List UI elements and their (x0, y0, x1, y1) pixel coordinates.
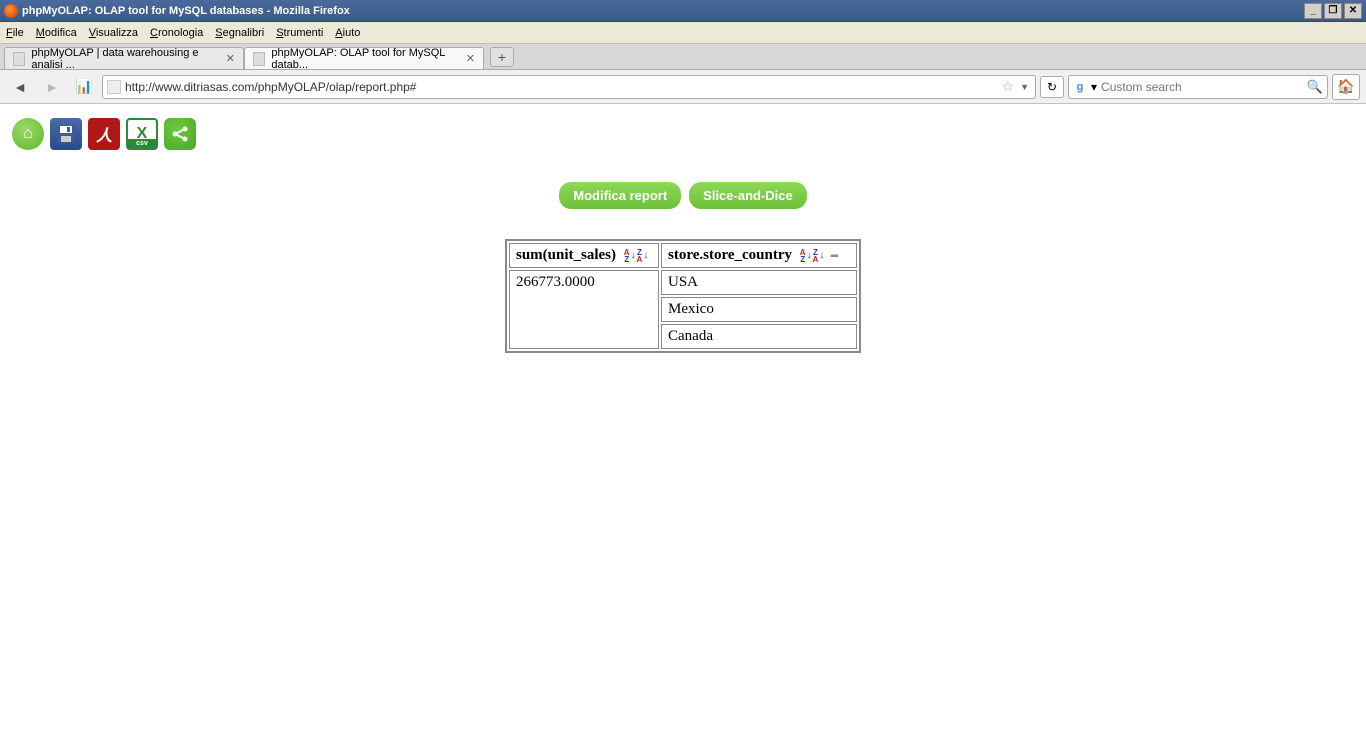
home-icon[interactable]: ⌂ (12, 118, 44, 150)
home-button[interactable]: 🏠 (1332, 74, 1360, 100)
share-glyph-icon (170, 124, 190, 144)
page-icon (13, 52, 25, 66)
app-toolbar: ⌂ 人 X (10, 114, 1356, 162)
table-row: 266773.0000 USA (509, 270, 857, 295)
browser-tab-2[interactable]: phpMyOLAP: OLAP tool for MySQL datab... … (244, 47, 484, 69)
sort-desc-icon[interactable]: ZA (637, 249, 643, 263)
firefox-icon (4, 4, 18, 18)
action-buttons: Modifica report Slice-and-Dice (10, 182, 1356, 209)
menu-history[interactable]: Cronologia (150, 27, 203, 39)
floppy-icon (55, 123, 77, 145)
search-icon[interactable]: 🔍 (1307, 79, 1323, 95)
close-tab-icon[interactable]: ✕ (466, 52, 475, 65)
save-icon[interactable] (50, 118, 82, 150)
measure-header: sum(unit_sales) AZ↓ ZA↓ (509, 243, 659, 268)
menu-file[interactable]: File (6, 27, 24, 39)
page-icon (253, 52, 265, 66)
modify-report-button[interactable]: Modifica report (559, 182, 681, 209)
menu-view[interactable]: Visualizza (89, 27, 138, 39)
google-icon: g (1073, 80, 1087, 94)
url-bar[interactable]: ☆ ▼ (102, 75, 1036, 99)
close-tab-icon[interactable]: ✕ (226, 52, 235, 65)
menu-help[interactable]: Aiuto (335, 27, 360, 39)
sort-desc-icon[interactable]: ZA (813, 249, 819, 263)
menu-edit[interactable]: Modifica (36, 27, 77, 39)
menu-bookmarks[interactable]: Segnalibri (215, 27, 264, 39)
dimension-header: store.store_country AZ↓ ZA↓ ▪▪▪ (661, 243, 857, 268)
back-button[interactable]: ◄ (6, 74, 34, 100)
dimension-value: Canada (661, 324, 857, 349)
search-engine-dropdown-icon[interactable]: ▾ (1091, 80, 1097, 94)
dimension-value: USA (661, 270, 857, 295)
reload-button[interactable]: ↻ (1040, 76, 1064, 98)
forward-button[interactable]: ► (38, 74, 66, 100)
tab-bar: phpMyOLAP | data warehousing e analisi .… (0, 44, 1366, 70)
sort-arrow-icon[interactable]: ↓ (807, 252, 812, 259)
window-title: phpMyOLAP: OLAP tool for MySQL databases… (22, 5, 350, 17)
search-box[interactable]: g ▾ 🔍 (1068, 75, 1328, 99)
olap-table: sum(unit_sales) AZ↓ ZA↓ store.store_coun… (505, 239, 861, 353)
tab-label: phpMyOLAP: OLAP tool for MySQL datab... (271, 47, 455, 71)
menu-bar: File Modifica Visualizza Cronologia Segn… (0, 22, 1366, 44)
slice-and-dice-button[interactable]: Slice-and-Dice (689, 182, 807, 209)
nav-bar: ◄ ► 📊 ☆ ▼ ↻ g ▾ 🔍 🏠 (0, 70, 1366, 104)
sort-asc-icon[interactable]: AZ (624, 249, 630, 263)
close-window-button[interactable]: ✕ (1344, 3, 1362, 19)
url-dropdown-icon[interactable]: ▼ (1018, 82, 1031, 92)
search-input[interactable] (1101, 80, 1303, 94)
url-input[interactable] (125, 80, 998, 94)
measure-value: 266773.0000 (509, 270, 659, 349)
excel-export-icon[interactable]: X (126, 118, 158, 150)
bookmark-star-icon[interactable]: ☆ (1002, 78, 1015, 95)
sort-asc-icon[interactable]: AZ (800, 249, 806, 263)
dimension-header-label: store.store_country (668, 247, 792, 263)
measure-header-label: sum(unit_sales) (516, 247, 616, 263)
restore-button[interactable]: ❐ (1324, 3, 1342, 19)
browser-tab-1[interactable]: phpMyOLAP | data warehousing e analisi .… (4, 47, 244, 69)
filter-icon[interactable]: ▪▪▪ (830, 251, 844, 262)
sort-arrow-icon[interactable]: ↓ (643, 252, 648, 259)
site-icon (107, 80, 121, 94)
dimension-value: Mexico (661, 297, 857, 322)
share-icon[interactable] (164, 118, 196, 150)
window-titlebar: phpMyOLAP: OLAP tool for MySQL databases… (0, 0, 1366, 22)
minimize-button[interactable]: _ (1304, 3, 1322, 19)
tab-label: phpMyOLAP | data warehousing e analisi .… (31, 47, 215, 71)
sort-arrow-icon[interactable]: ↓ (819, 252, 824, 259)
new-tab-button[interactable]: + (490, 47, 514, 67)
sort-arrow-icon[interactable]: ↓ (631, 252, 636, 259)
pdf-export-icon[interactable]: 人 (88, 118, 120, 150)
page-content: ⌂ 人 X Modifica report Slice-and-Dice (0, 104, 1366, 363)
menu-tools[interactable]: Strumenti (276, 27, 323, 39)
history-button[interactable]: 📊 (70, 74, 98, 100)
